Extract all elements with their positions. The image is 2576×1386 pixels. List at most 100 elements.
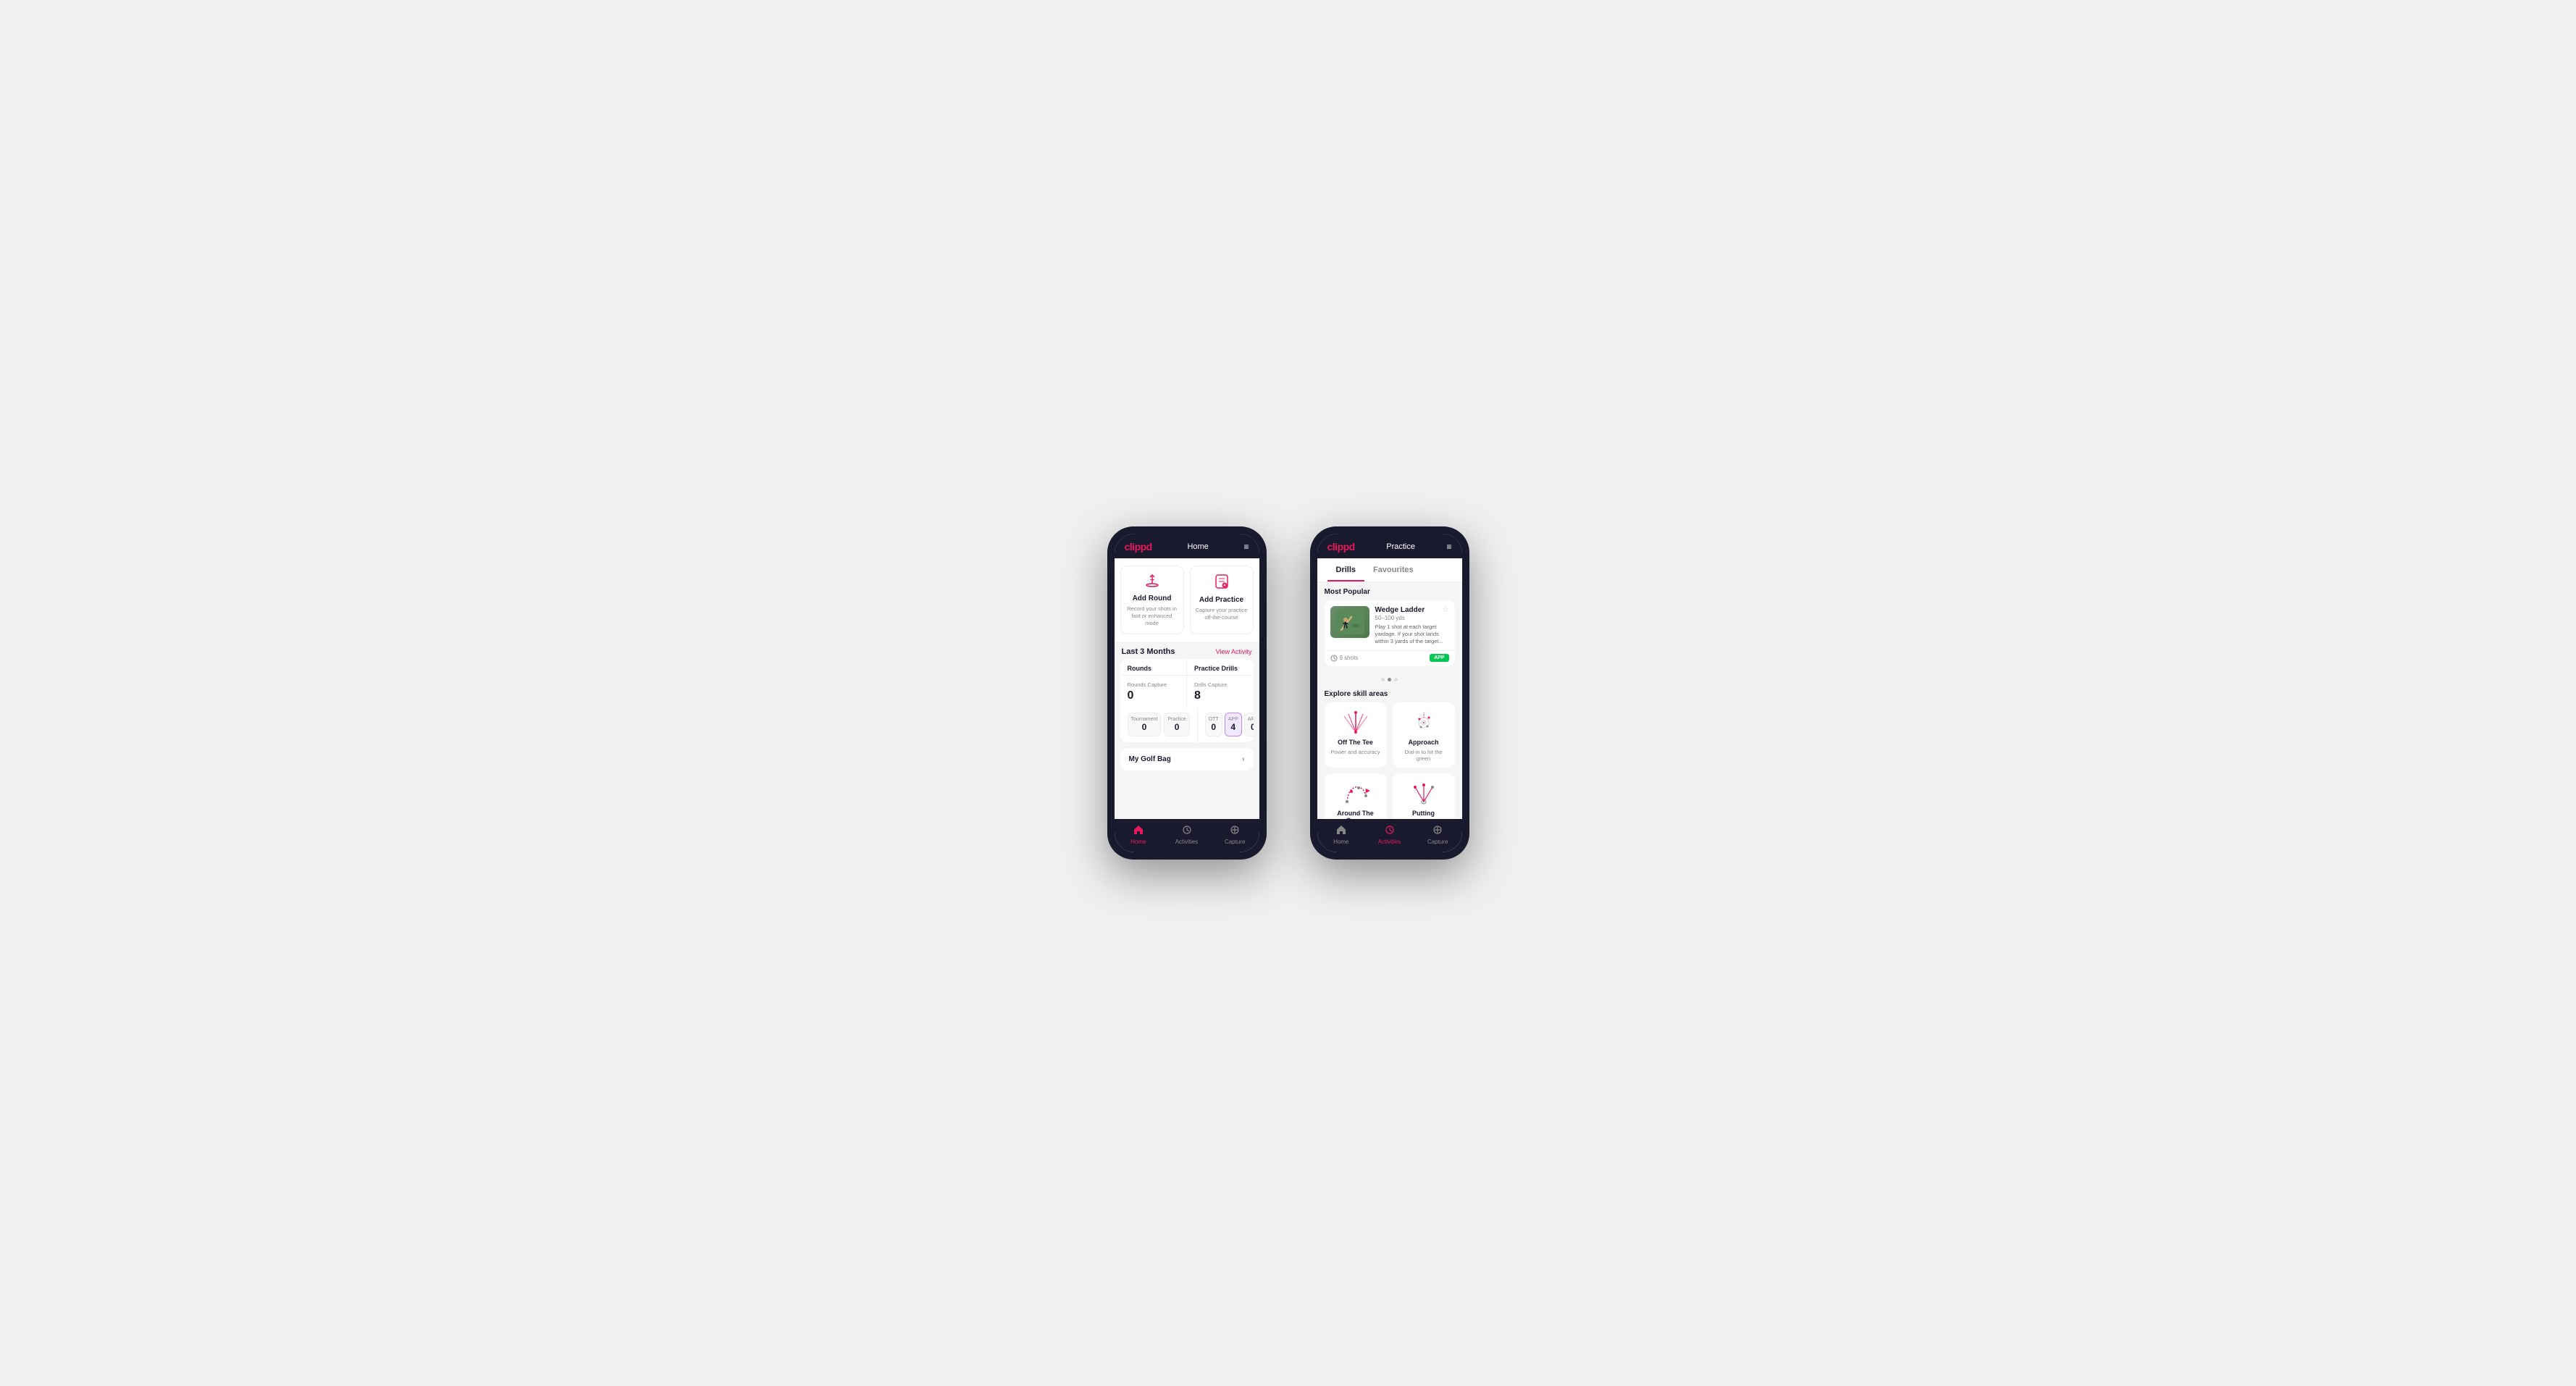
drills-capture-value: 8 bbox=[1194, 689, 1246, 702]
practice-stat: Practice 0 bbox=[1164, 713, 1189, 736]
home-nav-label: Home bbox=[1130, 839, 1146, 845]
around-the-green-icon bbox=[1341, 781, 1371, 807]
rounds-capture-label: Rounds Capture bbox=[1128, 681, 1180, 688]
arg-label: ARG bbox=[1248, 717, 1254, 722]
drill-thumbnail bbox=[1330, 606, 1369, 638]
skill-off-the-tee[interactable]: Off The Tee Power and accuracy bbox=[1325, 702, 1387, 768]
add-round-desc: Record your shots in fast or enhanced mo… bbox=[1125, 605, 1179, 626]
skill-putting[interactable]: Putting Make and lag practice bbox=[1393, 773, 1455, 819]
most-popular-label: Most Popular bbox=[1325, 588, 1455, 596]
home-bottom-nav: Home Activities bbox=[1115, 819, 1259, 852]
dot-3 bbox=[1394, 678, 1398, 681]
nav-activities[interactable]: Activities bbox=[1162, 825, 1211, 845]
app-badge: APP bbox=[1430, 654, 1448, 662]
practice-nav-activities[interactable]: Activities bbox=[1365, 825, 1414, 845]
add-practice-icon bbox=[1214, 574, 1230, 593]
add-round-card[interactable]: Add Round Record your shots in fast or e… bbox=[1120, 566, 1184, 634]
app-stat: APP 4 bbox=[1225, 713, 1242, 736]
app-value: 4 bbox=[1228, 722, 1238, 732]
arg-value: 0 bbox=[1248, 722, 1254, 732]
practice-nav-capture[interactable]: Capture bbox=[1414, 825, 1462, 845]
carousel-dots bbox=[1317, 675, 1462, 687]
add-round-title: Add Round bbox=[1133, 595, 1172, 602]
stats-capture-row: Rounds Capture 0 Drills Capture 8 bbox=[1120, 676, 1254, 708]
drill-title: Wedge Ladder bbox=[1375, 606, 1425, 614]
dot-1 bbox=[1381, 678, 1385, 681]
around-the-green-title: Around The Green bbox=[1330, 810, 1381, 819]
nav-home[interactable]: Home bbox=[1115, 825, 1163, 845]
activities-nav-label: Activities bbox=[1175, 839, 1199, 845]
app-label: APP bbox=[1228, 717, 1238, 722]
home-content: Add Round Record your shots in fast or e… bbox=[1115, 558, 1259, 819]
practice-label: Practice bbox=[1167, 717, 1186, 722]
home-header-title: Home bbox=[1187, 542, 1208, 551]
practice-content: Most Popular bbox=[1317, 582, 1462, 819]
rounds-title: Rounds bbox=[1120, 659, 1187, 676]
practice-home-nav-label: Home bbox=[1333, 839, 1348, 845]
practice-home-nav-icon bbox=[1336, 825, 1346, 837]
phone-home-screen: clippd Home ≡ bbox=[1115, 534, 1259, 852]
practice-header-title: Practice bbox=[1386, 542, 1415, 551]
add-practice-card[interactable]: Add Practice Capture your practice off-t… bbox=[1190, 566, 1254, 634]
activities-nav-icon bbox=[1182, 825, 1192, 837]
phones-container: clippd Home ≡ bbox=[1107, 526, 1469, 860]
rounds-capture-value: 0 bbox=[1128, 689, 1180, 702]
approach-icon bbox=[1409, 710, 1439, 736]
dot-2 bbox=[1388, 678, 1391, 681]
off-the-tee-icon bbox=[1341, 710, 1371, 736]
off-the-tee-desc: Power and accuracy bbox=[1331, 749, 1380, 755]
menu-icon[interactable]: ≡ bbox=[1243, 542, 1249, 552]
practice-capture-nav-icon bbox=[1432, 825, 1443, 837]
approach-desc: Dial-in to hit the green bbox=[1398, 749, 1449, 762]
practice-activities-nav-label: Activities bbox=[1378, 839, 1401, 845]
drill-shots: 9 shots bbox=[1330, 655, 1359, 662]
practice-logo: clippd bbox=[1327, 541, 1355, 553]
phone-practice: clippd Practice ≡ Drills Favourites Most… bbox=[1310, 526, 1469, 860]
home-nav-icon bbox=[1133, 825, 1144, 837]
add-practice-desc: Capture your practice off-the-course bbox=[1195, 607, 1249, 621]
practice-header: clippd Practice ≡ bbox=[1317, 534, 1462, 558]
last3months-label: Last 3 Months bbox=[1122, 647, 1175, 656]
tab-drills[interactable]: Drills bbox=[1327, 558, 1365, 581]
drill-star-icon[interactable]: ☆ bbox=[1443, 606, 1449, 614]
logo: clippd bbox=[1125, 541, 1152, 553]
practice-bottom-nav: Home Activities bbox=[1317, 819, 1462, 852]
drills-capture-col: Drills Capture 8 bbox=[1187, 676, 1254, 708]
drills-capture-label: Drills Capture bbox=[1194, 681, 1246, 688]
my-golf-bag[interactable]: My Golf Bag › bbox=[1120, 748, 1254, 770]
off-the-tee-title: Off The Tee bbox=[1338, 739, 1373, 746]
add-round-icon bbox=[1144, 574, 1161, 592]
ott-value: 0 bbox=[1209, 722, 1219, 732]
home-header: clippd Home ≡ bbox=[1115, 534, 1259, 558]
my-golf-bag-label: My Golf Bag bbox=[1129, 755, 1171, 763]
nav-capture[interactable]: Capture bbox=[1211, 825, 1259, 845]
view-activity-link[interactable]: View Activity bbox=[1216, 648, 1252, 655]
practice-capture-nav-label: Capture bbox=[1427, 839, 1448, 845]
phone-practice-screen: clippd Practice ≡ Drills Favourites Most… bbox=[1317, 534, 1462, 852]
tournament-stat: Tournament 0 bbox=[1128, 713, 1162, 736]
practice-menu-icon[interactable]: ≡ bbox=[1446, 542, 1451, 552]
capture-nav-label: Capture bbox=[1225, 839, 1245, 845]
skill-grid: Off The Tee Power and accuracy bbox=[1317, 702, 1462, 819]
stats-titles-row: Rounds Practice Drills bbox=[1120, 659, 1254, 676]
skill-around-the-green[interactable]: Around The Green Hone your short game bbox=[1325, 773, 1387, 819]
skill-approach[interactable]: Approach Dial-in to hit the green bbox=[1393, 702, 1455, 768]
action-cards: Add Round Record your shots in fast or e… bbox=[1115, 558, 1259, 642]
tab-favourites[interactable]: Favourites bbox=[1364, 558, 1422, 581]
practice-nav-home[interactable]: Home bbox=[1317, 825, 1366, 845]
practice-activities-nav-icon bbox=[1385, 825, 1395, 837]
ott-stat: OTT 0 bbox=[1205, 713, 1222, 736]
explore-label: Explore skill areas bbox=[1317, 687, 1462, 702]
drill-info: Wedge Ladder 50–100 yds ☆ Play 1 shot at… bbox=[1375, 606, 1449, 644]
drill-card-wedge-ladder[interactable]: Wedge Ladder 50–100 yds ☆ Play 1 shot at… bbox=[1325, 600, 1455, 666]
practice-drills-title: Practice Drills bbox=[1187, 659, 1254, 676]
drill-desc: Play 1 shot at each target yardage. If y… bbox=[1375, 623, 1449, 644]
approach-title: Approach bbox=[1408, 739, 1438, 746]
tournament-value: 0 bbox=[1131, 722, 1158, 732]
last3months-header: Last 3 Months View Activity bbox=[1115, 642, 1259, 659]
putting-icon bbox=[1409, 781, 1439, 807]
drill-card-inner: Wedge Ladder 50–100 yds ☆ Play 1 shot at… bbox=[1325, 600, 1455, 650]
phone-home: clippd Home ≡ bbox=[1107, 526, 1267, 860]
rounds-capture-col: Rounds Capture 0 bbox=[1120, 676, 1188, 708]
stats-sub-row: Tournament 0 Practice 0 bbox=[1120, 708, 1254, 742]
